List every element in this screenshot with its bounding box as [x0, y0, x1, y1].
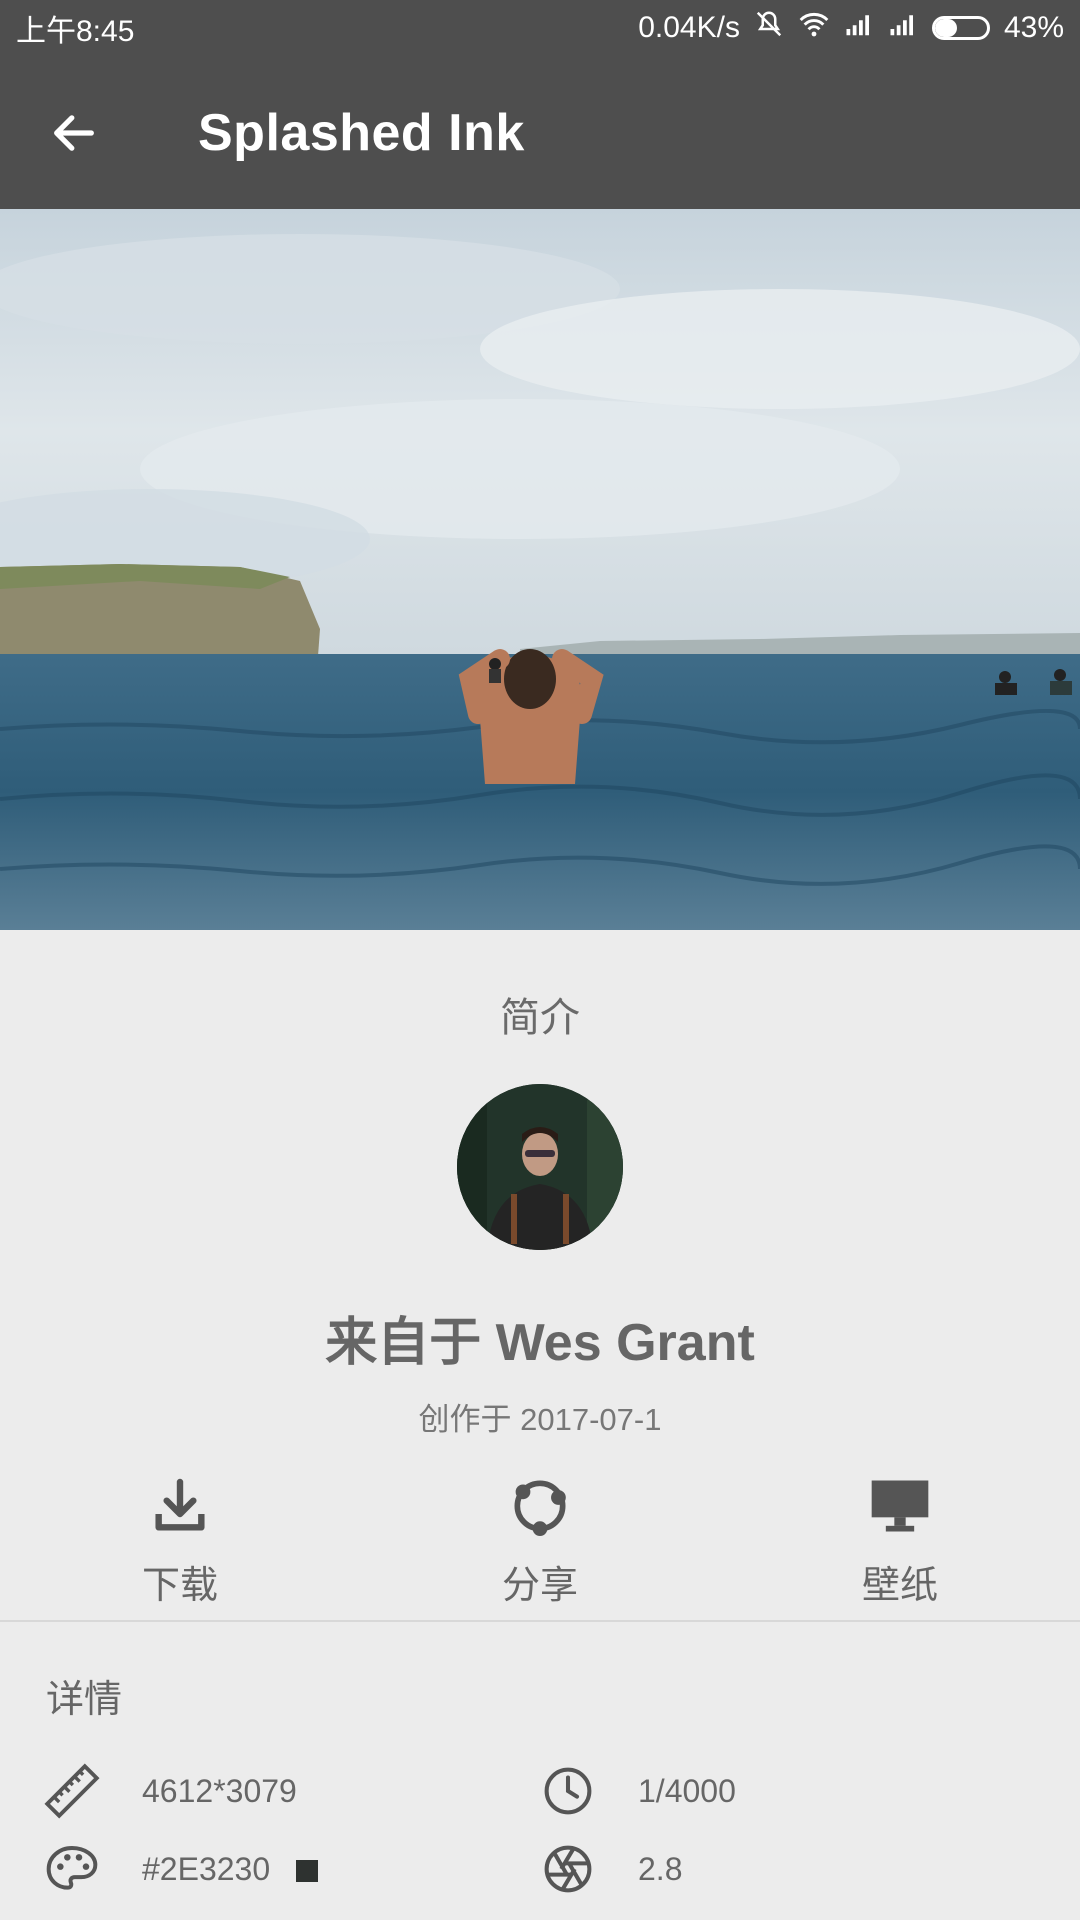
- detail-shutter: 1/4000: [538, 1761, 736, 1821]
- app-title: Splashed Ink: [198, 103, 525, 162]
- detail-aperture: 2.8: [538, 1839, 682, 1899]
- app-toolbar: Splashed Ink: [0, 56, 1080, 209]
- share-button[interactable]: 分享: [420, 1470, 660, 1610]
- download-icon: [144, 1470, 216, 1542]
- palette-icon: [42, 1839, 102, 1899]
- monitor-icon: [864, 1470, 936, 1542]
- resolution-value: 4612*3079: [142, 1772, 297, 1809]
- detail-color: #2E3230: [42, 1839, 319, 1899]
- download-label: 下载: [141, 1565, 218, 1607]
- color-value: #2E3230: [142, 1850, 319, 1888]
- wifi-icon: [798, 10, 830, 46]
- status-time: 上午8:45: [16, 15, 135, 48]
- mute-icon: [754, 9, 784, 47]
- back-button[interactable]: [44, 103, 104, 163]
- arrow-left-icon: [54, 114, 94, 151]
- battery-fill: [934, 19, 958, 37]
- avatar[interactable]: [457, 1084, 623, 1250]
- wallpaper-label: 壁纸: [861, 1565, 938, 1607]
- wallpaper-button[interactable]: 壁纸: [780, 1470, 1020, 1610]
- ruler-icon: [42, 1761, 102, 1821]
- battery-percent: 43%: [1003, 11, 1064, 44]
- clock-icon: [538, 1761, 598, 1821]
- ocean-photo: [0, 209, 1080, 930]
- created-date: 创作于 2017-07-1: [418, 1402, 662, 1437]
- signal-icon: [844, 11, 874, 45]
- detail-resolution: 4612*3079: [42, 1761, 297, 1821]
- details-section-title: 详情: [46, 1679, 123, 1721]
- share-icon: [504, 1470, 576, 1542]
- author-avatar-image: [457, 1084, 623, 1250]
- status-indicators: 0.04K/s 43%: [638, 9, 1064, 47]
- shutter-value: 1/4000: [638, 1772, 736, 1809]
- signal-icon-2: [888, 11, 918, 45]
- color-hex: #2E3230: [142, 1850, 271, 1887]
- network-speed: 0.04K/s: [638, 11, 740, 44]
- aperture-icon: [538, 1839, 598, 1899]
- intro-section-title: 简介: [500, 996, 580, 1040]
- author-name[interactable]: 来自于 Wes Grant: [0, 1300, 1080, 1375]
- download-button[interactable]: 下载: [60, 1470, 300, 1610]
- section-divider: [0, 1620, 1080, 1622]
- photo-preview[interactable]: [0, 209, 1080, 930]
- aperture-value: 2.8: [638, 1850, 683, 1887]
- share-label: 分享: [501, 1565, 578, 1607]
- color-swatch: [296, 1860, 319, 1883]
- status-bar: 上午8:45 0.04K/s 43%: [0, 0, 1080, 56]
- battery-icon: [931, 16, 990, 40]
- action-bar: 下载 分享 壁纸: [0, 1470, 1080, 1610]
